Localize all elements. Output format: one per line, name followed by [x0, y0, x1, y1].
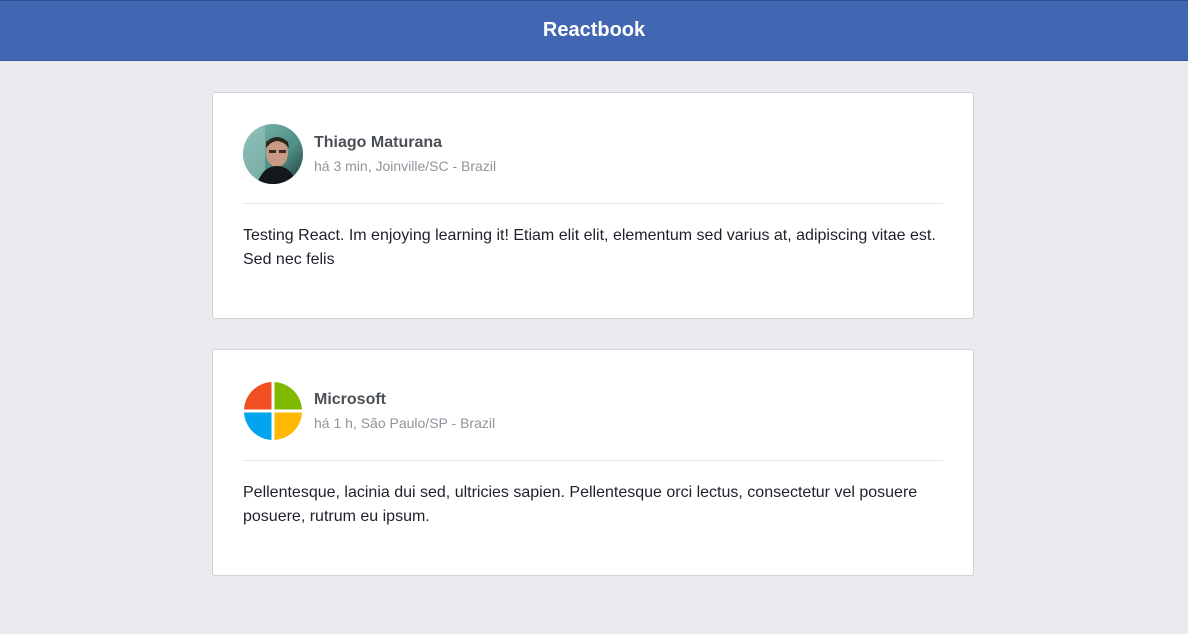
microsoft-logo-icon — [244, 381, 302, 440]
author-name[interactable]: Thiago Maturana — [314, 134, 496, 152]
post-header: Microsoft há 1 h, São Paulo/SP - Brazil — [243, 380, 943, 461]
post-header: Thiago Maturana há 3 min, Joinville/SC -… — [243, 123, 943, 204]
post-card: Thiago Maturana há 3 min, Joinville/SC -… — [212, 92, 974, 319]
post-meta: há 3 min, Joinville/SC - Brazil — [314, 157, 497, 174]
feed: Thiago Maturana há 3 min, Joinville/SC -… — [212, 92, 974, 606]
author-name[interactable]: Microsoft — [314, 391, 495, 409]
post-content: Testing React. Im enjoying learning it! … — [243, 227, 936, 268]
author-info: Thiago Maturana há 3 min, Joinville/SC -… — [314, 134, 496, 174]
avatar[interactable] — [243, 381, 303, 441]
post-content: Pellentesque, lacinia dui sed, ultricies… — [243, 484, 918, 525]
top-bar: Reactbook — [0, 0, 1188, 61]
author-info: Microsoft há 1 h, São Paulo/SP - Brazil — [314, 391, 495, 431]
user-photo-icon — [243, 123, 303, 184]
post-meta: há 1 h, São Paulo/SP - Brazil — [314, 414, 496, 431]
avatar[interactable] — [243, 123, 303, 184]
app-title[interactable]: Reactbook — [543, 19, 645, 42]
post-card: Microsoft há 1 h, São Paulo/SP - Brazil … — [212, 349, 974, 576]
